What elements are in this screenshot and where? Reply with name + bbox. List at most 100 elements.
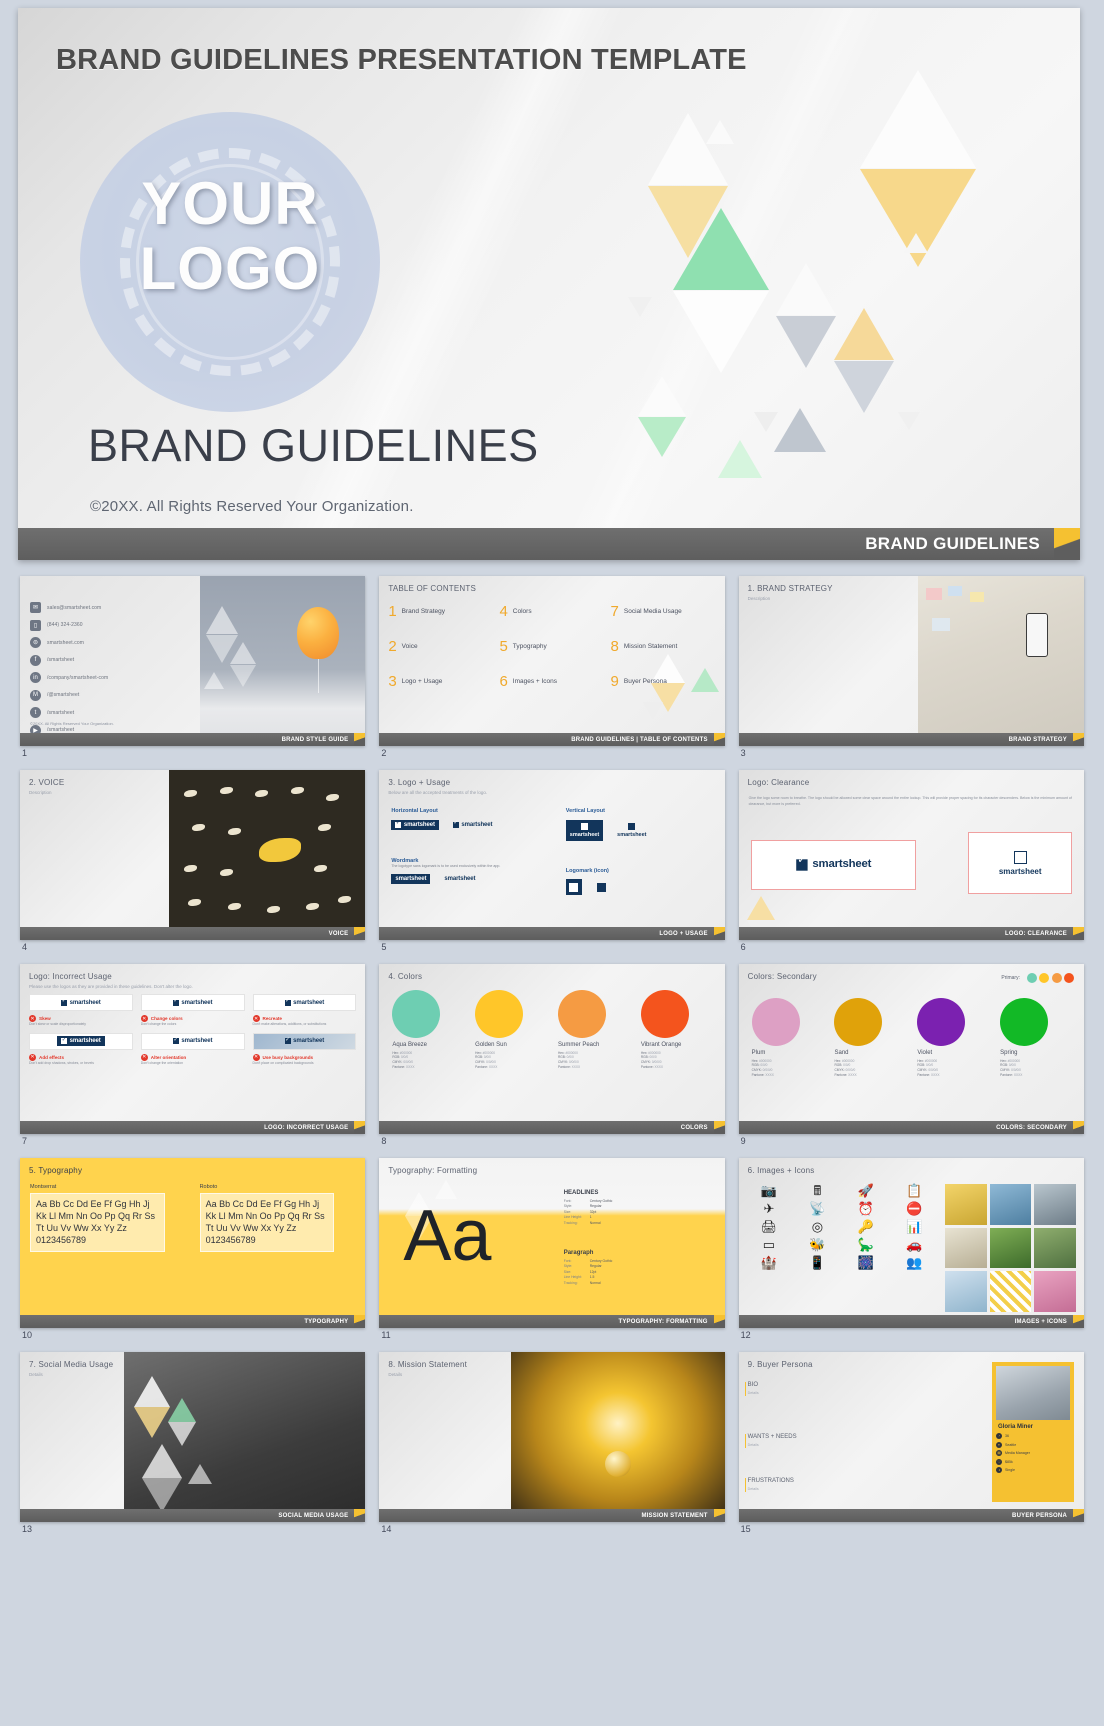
rule-card: smartsheet ✕Alter orientation Don't chan…: [140, 1032, 245, 1066]
swatch-pantone: Pantone: XXXX: [834, 1073, 857, 1078]
fence-icon: 🎆: [857, 1255, 874, 1270]
slide-thumbnail-10[interactable]: 5. Typography Montserrat Aa Bb Cc Dd Ee …: [20, 1158, 366, 1328]
contact-text: /smartsheet: [47, 709, 75, 716]
toc-item[interactable]: 2 Voice: [388, 639, 493, 654]
mobile-location-icon: 📱: [809, 1255, 826, 1270]
slide-cell-14[interactable]: 8. Mission Statement Details MISSION STA…: [379, 1352, 725, 1538]
smartsheet-logo-light: smartsheet: [788, 856, 878, 875]
swatch-pantone: Pantone: XXXX: [1000, 1073, 1023, 1078]
slide-cell-12[interactable]: 6. Images + Icons 📷 🖩 🚀 📋 ✈ 📡 ⏰ ⛔ 🖨 ◎ 🔑 …: [738, 1158, 1084, 1344]
slide-thumbnail-6[interactable]: Logo: Clearance Give the logo some room …: [738, 770, 1084, 940]
toc-item[interactable]: 8 Mission Statement: [611, 639, 716, 654]
paragraph-spec: Paragraph Font: Century Gothic Style: Regu…: [564, 1250, 716, 1286]
slide-footer-bar: COLORS: [379, 1121, 725, 1134]
slide-cell-6[interactable]: Logo: Clearance Give the logo some room …: [738, 770, 1084, 956]
toc-number: 8: [610, 638, 619, 655]
rule-title: Change colors: [150, 1016, 183, 1021]
swatch-dot: [1000, 998, 1049, 1046]
slide-cell-5[interactable]: 3. Logo + Usage Below are all the accept…: [379, 770, 725, 956]
slide-thumbnail-1[interactable]: ✉ sales@smartsheet.com ▯ (844) 324-2360 …: [20, 576, 366, 746]
toc-item[interactable]: 9 Buyer Persona: [611, 674, 716, 689]
slide-thumbnail-3[interactable]: 1. BRAND STRATEGY Description BRAND STRA…: [738, 576, 1084, 746]
envelope-icon: ✉: [30, 602, 41, 613]
incorrect-usage-grid: smartsheet ✕Skew Don't skew or scale dis…: [29, 994, 357, 1066]
toc-label: Mission Statement: [623, 643, 678, 650]
x-icon: ✕: [29, 1053, 36, 1061]
toc-item[interactable]: 7 Social Media Usage: [611, 604, 716, 619]
slide-thumbnail-5[interactable]: 3. Logo + Usage Below are all the accept…: [379, 770, 725, 940]
block-heading: Vertical Layout: [565, 808, 605, 814]
toc-item[interactable]: 4 Colors: [499, 604, 604, 619]
location-icon: ⌖: [996, 1441, 1002, 1448]
swatch-pantone: Pantone: XXXX: [640, 1065, 663, 1070]
font-name: Montserrat: [30, 1184, 57, 1190]
hero-heading: BRAND GUIDELINES: [88, 420, 539, 471]
toc-item[interactable]: 5 Typography: [499, 639, 604, 654]
toc-item[interactable]: 6 Images + Icons: [499, 674, 604, 689]
slide-title: Colors: Secondary: [747, 972, 817, 981]
slide-thumbnail-9[interactable]: Colors: Secondary Primary: Plum Hex: #00…: [738, 964, 1084, 1134]
slide-cell-4[interactable]: 2. VOICE Description VOICE 4: [20, 770, 366, 956]
slide-cell-7[interactable]: Logo: Incorrect Usage Please use the log…: [20, 964, 366, 1150]
slide-footer-label: COLORS: SECONDARY: [996, 1124, 1067, 1131]
rule-card: smartsheet ✕Add effects Don't add drop s…: [29, 1032, 133, 1066]
slide-number: 11: [381, 1330, 391, 1340]
spec-row: Tracking: Normal: [563, 1280, 601, 1285]
slide-thumbnail-4[interactable]: 2. VOICE Description VOICE: [20, 770, 366, 940]
slide-footer-label: LOGO + USAGE: [659, 930, 708, 937]
key-icon: 🔑: [857, 1219, 874, 1234]
hero-footer-label: BRAND GUIDELINES: [865, 534, 1040, 553]
slide-cell-2[interactable]: TABLE OF CONTENTS 1 Brand Strategy 4 Color…: [379, 576, 725, 762]
wordmark-text: smartsheet: [461, 822, 493, 828]
section-subtitle: Details: [747, 1487, 759, 1491]
slide-thumbnail-12[interactable]: 6. Images + Icons 📷 🖩 🚀 📋 ✈ 📡 ⏰ ⛔ 🖨 ◎ 🔑 …: [738, 1158, 1084, 1328]
slide-footer-label: BUYER PERSONA: [1012, 1512, 1067, 1519]
smartsheet-wordmark-dark: smartsheet: [391, 874, 431, 885]
rule-desc: Don't change the colors: [140, 1022, 177, 1026]
logomark-dark-icon: [565, 879, 582, 895]
slide-title: 9. Buyer Persona: [747, 1360, 813, 1369]
contact-text: /smartsheet: [47, 657, 75, 663]
swatch-dot: [557, 990, 606, 1038]
rule-desc: Don't place on complicated backgrounds: [252, 1060, 314, 1065]
footer-corner-accent: [1073, 1121, 1084, 1134]
spec-heading: HEADLINES: [563, 1190, 599, 1196]
section-heading: FRUSTRATIONS: [747, 1478, 794, 1484]
slide-thumbnail-15[interactable]: 9. Buyer Persona BIO Details WANTS + NEE…: [738, 1352, 1084, 1522]
footer-corner-accent: [1073, 1315, 1084, 1328]
logo-text-line1: YOUR: [141, 170, 319, 237]
slide-thumbnail-8[interactable]: 4. Colors Aqua Breeze Hex: #000000 RGB: …: [379, 964, 725, 1134]
slide-cell-3[interactable]: 1. BRAND STRATEGY Description BRAND STRA…: [738, 576, 1084, 762]
wordmark-text: smartsheet: [998, 866, 1042, 876]
toc-item[interactable]: 1 Brand Strategy: [388, 604, 493, 619]
rule-title: Add effects: [39, 1054, 65, 1060]
slide-cell-9[interactable]: Colors: Secondary Primary: Plum Hex: #00…: [738, 964, 1084, 1150]
hero-slide: BRAND GUIDELINES PRESENTATION TEMPLATE Y…: [18, 8, 1080, 560]
slide-thumbnail-14[interactable]: 8. Mission Statement Details MISSION STA…: [379, 1352, 725, 1522]
slide-cell-13[interactable]: 7. Social Media Usage Details SOCIAL MED…: [20, 1352, 366, 1538]
swatch-dot: [392, 990, 441, 1038]
slide-footer-label: BRAND STRATEGY: [1008, 736, 1067, 743]
toc-item[interactable]: 3 Logo + Usage: [388, 674, 493, 689]
slide-thumbnail-13[interactable]: 7. Social Media Usage Details SOCIAL MED…: [20, 1352, 366, 1522]
swatch-name: Plum: [751, 1050, 766, 1056]
slide-thumbnail-2[interactable]: TABLE OF CONTENTS 1 Brand Strategy 4 Color…: [379, 576, 725, 746]
slide-cell-10[interactable]: 5. Typography Montserrat Aa Bb Cc Dd Ee …: [20, 1158, 366, 1344]
slide-cell-1[interactable]: ✉ sales@smartsheet.com ▯ (844) 324-2360 …: [20, 576, 366, 762]
slide-cell-15[interactable]: 9. Buyer Persona BIO Details WANTS + NEE…: [738, 1352, 1084, 1538]
checkmark-icon: [452, 820, 459, 828]
toc-label: Logo + Usage: [401, 678, 443, 685]
slide-number: 1: [22, 748, 28, 758]
slide-footer-bar: SOCIAL MEDIA USAGE: [20, 1509, 366, 1522]
slide-thumbnail-11[interactable]: Typography: Formatting Aa HEADLINES Font…: [379, 1158, 725, 1328]
slide-number: 12: [740, 1330, 751, 1340]
slide-subtitle: Details: [388, 1372, 403, 1377]
slide-cell-11[interactable]: Typography: Formatting Aa HEADLINES Font…: [379, 1158, 725, 1344]
swatch-name: Aqua Breeze: [392, 1042, 428, 1048]
x-icon: ✕: [140, 1015, 148, 1022]
slide-cell-8[interactable]: 4. Colors Aqua Breeze Hex: #000000 RGB: …: [379, 964, 725, 1150]
rule-desc: Don't make alterations, additions, or su…: [252, 1022, 327, 1026]
slide-footer-bar: BRAND STYLE GUIDE: [20, 733, 366, 746]
slide-title: 1. BRAND STRATEGY: [747, 584, 833, 593]
slide-thumbnail-7[interactable]: Logo: Incorrect Usage Please use the log…: [20, 964, 366, 1134]
